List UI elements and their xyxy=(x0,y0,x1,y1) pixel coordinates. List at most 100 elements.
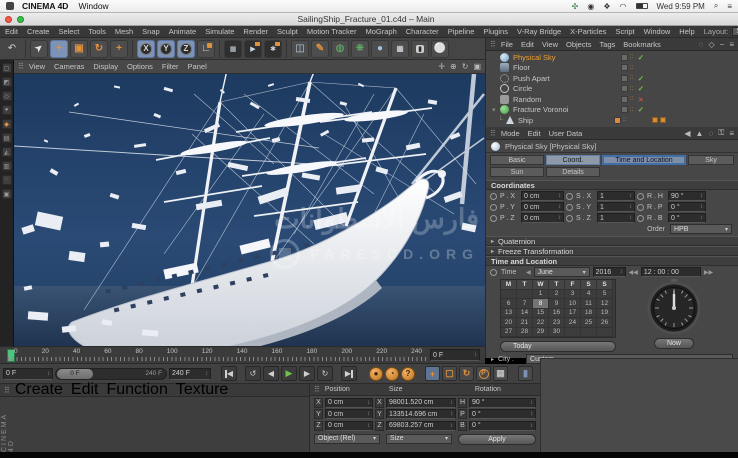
battery-icon[interactable] xyxy=(636,3,648,9)
calendar-day[interactable] xyxy=(517,290,533,300)
calendar-day[interactable]: 6 xyxy=(501,299,517,309)
camera-menu[interactable]: ▮ xyxy=(411,40,429,58)
deformers-menu[interactable]: ❋ xyxy=(351,40,369,58)
calendar-day[interactable]: 18 xyxy=(581,309,597,319)
calendar-day[interactable]: 5 xyxy=(597,290,613,300)
object-row-ship[interactable]: └ Ship :: xyxy=(486,115,738,126)
analog-clock[interactable] xyxy=(646,279,702,335)
goto-end-button[interactable]: ▶ xyxy=(341,366,357,381)
primitive-cube-menu[interactable]: ◫ xyxy=(291,40,309,58)
palette-icon[interactable]: ▢ xyxy=(2,63,12,73)
rh-field[interactable]: 90 °↕ xyxy=(668,191,706,201)
keyframe-circle-icon[interactable] xyxy=(637,204,644,211)
time-location-section-header[interactable]: Time and Location xyxy=(486,256,738,266)
object-row-push-apart[interactable]: Push Apart :: ✓ xyxy=(486,73,738,84)
panel-grip-icon[interactable]: ⠿ xyxy=(18,62,24,71)
palette-icon[interactable]: ◭ xyxy=(2,147,12,157)
wifi-icon[interactable]: ◠ xyxy=(620,2,627,11)
viewport-menu-item[interactable]: Options xyxy=(127,62,153,71)
calendar-day[interactable]: 19 xyxy=(597,309,613,319)
py-field[interactable]: 0 cm↕ xyxy=(521,202,564,212)
layout-select[interactable]: Startup ▾ xyxy=(732,27,738,36)
calendar-day[interactable]: 14 xyxy=(517,309,533,319)
light-menu[interactable]: ⚪ xyxy=(431,40,449,58)
size-mode-select[interactable]: Size▾ xyxy=(386,434,452,444)
keyframe-circle-icon[interactable] xyxy=(490,204,497,211)
material-menu-item[interactable]: Edit xyxy=(71,381,99,399)
keyframe-circle-icon[interactable] xyxy=(566,204,573,211)
object-tags[interactable] xyxy=(652,117,666,123)
rewind-icon[interactable]: ◀◀ xyxy=(629,269,638,276)
rotate-tool[interactable]: ↻ xyxy=(90,40,108,58)
object-manager-menu-item[interactable]: Edit xyxy=(521,40,534,49)
next-frame-button[interactable]: ▶ xyxy=(299,366,315,381)
palette-icon[interactable]: ● xyxy=(2,105,12,115)
current-frame-field[interactable]: 0 F↕ xyxy=(430,349,480,361)
palette-icon[interactable]: ▤ xyxy=(2,133,12,143)
prev-month-icon[interactable]: ◀ xyxy=(526,269,531,276)
timeline-ruler[interactable]: 020406080100120140160180200220240 0 F↕ xyxy=(0,346,485,364)
panel-grip-icon[interactable]: ⠿ xyxy=(314,385,320,394)
app-menu-item[interactable]: Pipeline xyxy=(448,27,475,36)
panel-menu-icon[interactable]: ≡ xyxy=(729,129,734,138)
record-keyframe-button[interactable]: ● xyxy=(369,367,383,381)
sz-field[interactable]: 1↕ xyxy=(597,213,635,223)
object-manager-menu-item[interactable]: File xyxy=(501,40,513,49)
viewport-canvas[interactable]: فارس الاسطوانات FARESCD.ORG xyxy=(14,74,485,346)
object-row-floor[interactable]: Floor :: xyxy=(486,63,738,74)
keyframe-selection-button[interactable]: ? xyxy=(401,367,415,381)
calendar-day[interactable]: 8 xyxy=(533,299,549,309)
frame-range-slider[interactable]: 0 F 240 F xyxy=(55,368,167,380)
viewport-maximize-icon[interactable]: ▣ xyxy=(473,62,481,71)
app-menu-item[interactable]: Create xyxy=(27,27,50,36)
calendar-day[interactable]: 23 xyxy=(549,318,565,328)
palette-icon[interactable]: ▣ xyxy=(2,189,12,199)
calendar-day[interactable]: 30 xyxy=(549,328,565,338)
month-select[interactable]: June▾ xyxy=(534,267,590,277)
keyframe-circle-icon[interactable] xyxy=(637,215,644,222)
app-menu-item[interactable]: Mesh xyxy=(115,27,133,36)
palette-icon[interactable]: ◆ xyxy=(2,119,12,129)
scale-tool[interactable]: ▣ xyxy=(70,40,88,58)
material-menu-item[interactable]: Create xyxy=(15,381,63,399)
tab-sun[interactable]: Sun xyxy=(490,167,544,177)
calendar-day[interactable]: 25 xyxy=(581,318,597,328)
app-menu-item[interactable]: Character xyxy=(406,27,439,36)
calendar-day[interactable]: 11 xyxy=(581,299,597,309)
object-row-circle[interactable]: Circle :: ✓ xyxy=(486,84,738,95)
rotation-b-field[interactable]: 0 °↕ xyxy=(469,421,536,431)
today-button[interactable]: Today xyxy=(500,341,616,352)
generators-menu[interactable]: ◍ xyxy=(331,40,349,58)
keyframe-circle-icon[interactable] xyxy=(566,193,573,200)
time-field[interactable]: 12 : 00 : 00 xyxy=(641,267,701,277)
start-frame-field[interactable]: 0 F↕ xyxy=(3,368,53,380)
record-parameter-toggle[interactable]: P xyxy=(476,366,491,381)
render-settings-button[interactable]: ✱ xyxy=(264,40,282,58)
material-menu-item[interactable]: Texture xyxy=(176,381,228,399)
object-manager-menu-item[interactable]: View xyxy=(542,40,558,49)
px-field[interactable]: 0 cm↕ xyxy=(521,191,564,201)
enable-check-icon[interactable]: ✓ xyxy=(636,105,645,114)
keyframe-circle-icon[interactable] xyxy=(490,193,497,200)
calendar-day[interactable]: 13 xyxy=(501,309,517,319)
autokey-button[interactable]: ◔ xyxy=(385,367,399,381)
spline-pen-menu[interactable]: ✎ xyxy=(311,40,329,58)
rp-field[interactable]: 0 °↕ xyxy=(668,202,706,212)
environment-menu[interactable]: ● xyxy=(371,40,389,58)
calendar-day[interactable]: 16 xyxy=(549,309,565,319)
layer-box[interactable] xyxy=(621,106,628,113)
calendar-day[interactable]: 27 xyxy=(501,328,517,338)
undo-button[interactable]: ↶ xyxy=(3,40,21,58)
palette-icon[interactable]: ◌ xyxy=(2,175,12,185)
calendar-day[interactable]: 4 xyxy=(581,290,597,300)
calendar-day[interactable] xyxy=(501,290,517,300)
rb-field[interactable]: 0 °↕ xyxy=(668,213,706,223)
quaternion-section-header[interactable]: ▸ Quaternion xyxy=(486,236,738,246)
calendar-grid[interactable]: MTWTFSS 12345678910111213141516171819202… xyxy=(500,279,616,338)
viewport-pan-icon[interactable]: ✛ xyxy=(438,62,445,71)
dropbox-icon[interactable]: ✣ xyxy=(572,2,579,11)
expand-icon[interactable]: ▾ xyxy=(492,106,500,114)
calendar-day[interactable]: 2 xyxy=(549,290,565,300)
object-manager-menu-item[interactable]: Tags xyxy=(599,40,615,49)
position-mode-select[interactable]: Object (Rel)▾ xyxy=(314,434,380,444)
